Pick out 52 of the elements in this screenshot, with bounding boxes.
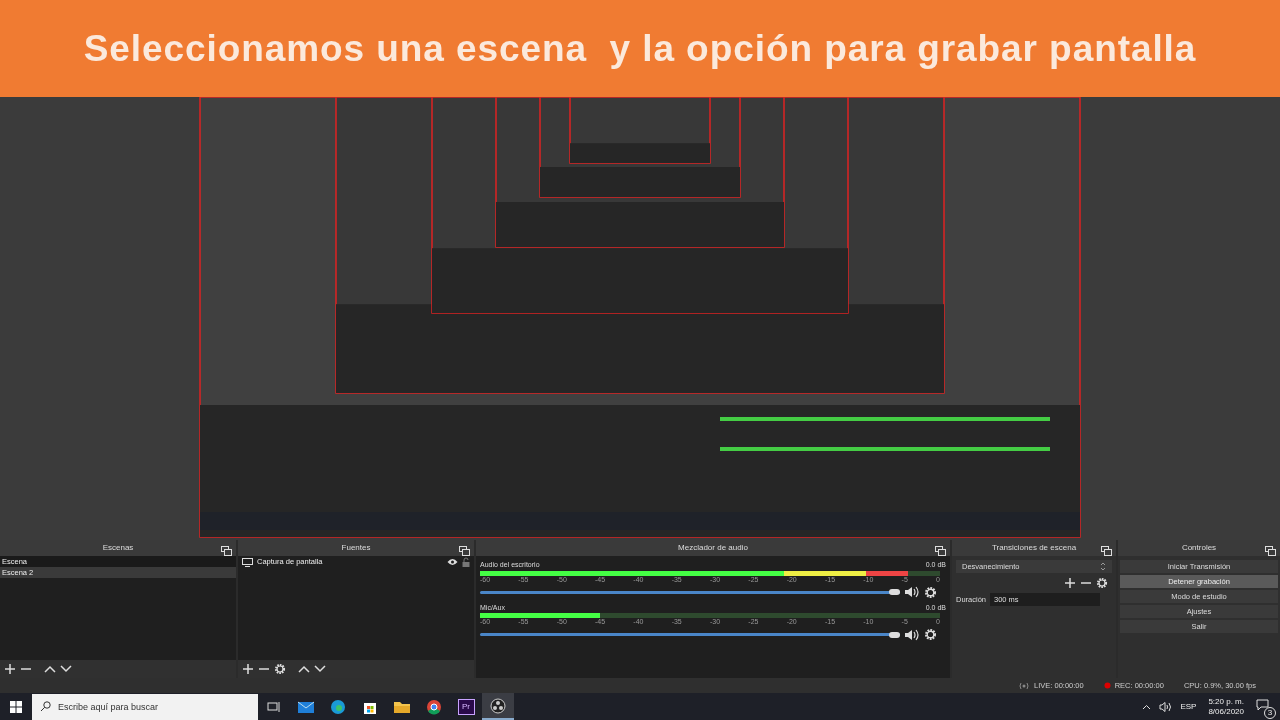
circle-logo-icon[interactable] xyxy=(490,697,506,714)
slider-thumb[interactable] xyxy=(889,589,900,595)
browser-icon[interactable] xyxy=(330,698,346,715)
dock-title: Fuentes xyxy=(341,542,371,554)
folder-icon[interactable] xyxy=(393,699,411,714)
move-down-icon[interactable] xyxy=(314,663,326,675)
eye-icon[interactable] xyxy=(447,558,458,566)
record-icon xyxy=(1103,682,1111,689)
speaker-icon[interactable] xyxy=(904,628,920,641)
app-logo[interactable]: Pr xyxy=(457,698,475,715)
taskbar-app[interactable] xyxy=(482,693,514,720)
clock-date[interactable]: 8/06/2020 xyxy=(1208,706,1244,717)
dock-title: Transiciones de escena xyxy=(991,542,1077,554)
volume-slider[interactable] xyxy=(480,588,900,596)
language-indicator[interactable]: ESP xyxy=(1180,700,1197,713)
dock-title: Controles xyxy=(1181,542,1217,554)
undock-icon[interactable] xyxy=(221,546,232,556)
add-icon[interactable] xyxy=(242,663,254,675)
undock-icon[interactable] xyxy=(1265,546,1276,556)
undock-icon[interactable] xyxy=(935,546,946,556)
dock-title: Escenas xyxy=(102,542,134,554)
dock-title: Mezclador de audio xyxy=(678,542,748,554)
add-icon[interactable] xyxy=(4,663,16,675)
move-down-icon[interactable] xyxy=(60,663,72,675)
taskbar-search-field[interactable]: Escribe aquí para buscar xyxy=(32,693,258,720)
monitor-icon xyxy=(242,557,253,567)
settings-icon[interactable] xyxy=(924,585,937,599)
lock-icon[interactable] xyxy=(462,557,470,567)
add-icon[interactable] xyxy=(1064,577,1076,589)
banner-title: Seleccionamos una escena y la opción para grabar pantalla xyxy=(83,26,1197,71)
search-icon xyxy=(40,701,51,712)
speaker-icon[interactable] xyxy=(904,586,920,598)
clock-time[interactable]: 5:20 p. m. xyxy=(1208,696,1244,707)
notification-badge: 3 xyxy=(1264,706,1276,719)
notification-icon[interactable] xyxy=(1256,698,1269,711)
settings-icon[interactable] xyxy=(274,663,286,675)
undock-icon[interactable] xyxy=(459,546,470,556)
browser-icon[interactable] xyxy=(426,698,442,715)
settings-icon[interactable] xyxy=(1096,577,1108,589)
settings-icon[interactable] xyxy=(924,628,937,641)
task-view-icon[interactable] xyxy=(267,699,281,714)
mail-icon[interactable] xyxy=(297,699,315,714)
move-up-icon[interactable] xyxy=(298,663,310,675)
slider-thumb[interactable] xyxy=(889,631,900,638)
spinner-arrows-icon xyxy=(1100,562,1106,571)
volume-slider[interactable] xyxy=(480,630,900,639)
broadcast-icon xyxy=(1018,681,1031,690)
move-up-icon[interactable] xyxy=(44,663,56,675)
windows-logo-icon[interactable] xyxy=(10,700,22,713)
chevron-up-icon[interactable] xyxy=(1142,703,1152,710)
undock-icon[interactable] xyxy=(1101,546,1112,556)
speaker-icon[interactable] xyxy=(1159,701,1173,712)
